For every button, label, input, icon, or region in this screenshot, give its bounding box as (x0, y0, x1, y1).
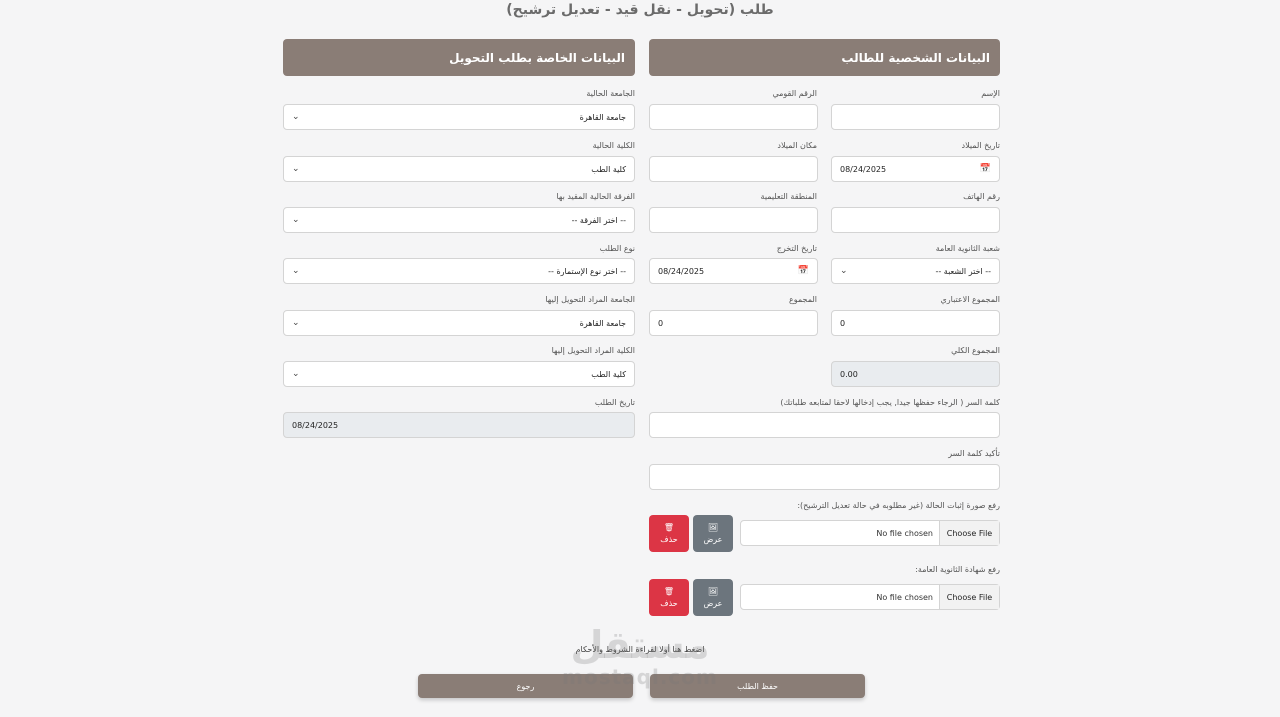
secondary-file-input[interactable]: Choose File No file chosen (740, 584, 1000, 610)
current-year-label: الفرقة الحالية المقيد بها (556, 192, 635, 201)
chevron-down-icon: ⌄ (292, 369, 300, 379)
confirm-password-input[interactable] (649, 464, 1000, 490)
phone-input[interactable] (831, 207, 1000, 233)
image-icon: 🖼 (707, 587, 719, 596)
birth-place-input[interactable] (649, 156, 818, 182)
total-input[interactable]: 0 (649, 310, 818, 336)
grad-date-label: تاريخ التخرج (776, 244, 817, 253)
delete-label: حذف (660, 599, 678, 608)
chevron-down-icon: ⌄ (292, 215, 300, 225)
target-university-label: الجامعة المراد التحويل إليها (545, 295, 635, 304)
terms-link[interactable]: اضغط هنا أولا لقراءة الشروط والأحكام (0, 645, 1280, 654)
virtual-total-label: المجموع الاعتباري (940, 295, 1000, 304)
trash-icon: 🗑 (663, 523, 675, 532)
birth-date-input[interactable]: 08/24/2025 📅 (831, 156, 1000, 182)
current-year-select[interactable]: -- اختر الفرقة -- ⌄ (283, 207, 635, 233)
request-type-label: نوع الطلب (599, 244, 635, 253)
page-title: طلب (تحويل - نقل قيد - تعديل ترشيح) (506, 2, 774, 18)
chevron-down-icon: ⌄ (292, 112, 300, 122)
status-file-input[interactable]: Choose File No file chosen (740, 520, 1000, 546)
secondary-branch-value: -- اختر الشعبة -- (935, 266, 991, 276)
national-id-input[interactable] (649, 104, 818, 130)
target-university-select[interactable]: جامعة القاهرة ⌄ (283, 310, 635, 336)
secondary-branch-select[interactable]: -- اختر الشعبة -- ⌄ (831, 258, 1000, 284)
birth-place-label: مكان الميلاد (777, 141, 817, 150)
current-faculty-value: كلية الطب (591, 164, 626, 174)
current-university-select[interactable]: جامعة القاهرة ⌄ (283, 104, 635, 130)
calendar-icon[interactable]: 📅 (798, 266, 809, 276)
chevron-down-icon: ⌄ (292, 318, 300, 328)
choose-file-button[interactable]: Choose File (939, 585, 999, 609)
upload-secondary-label: رفع شهادة الثانوية العامة: (915, 565, 1000, 574)
current-university-value: جامعة القاهرة (579, 112, 626, 122)
request-type-value: -- اختر نوع الإستمارة -- (548, 266, 626, 276)
view-secondary-button[interactable]: 🖼 عرض (693, 579, 733, 616)
delete-secondary-button[interactable]: 🗑 حذف (649, 579, 689, 616)
request-date-label: تاريخ الطلب (594, 398, 635, 407)
current-faculty-label: الكلية الحالية (592, 141, 635, 150)
grand-total-label: المجموع الكلي (951, 346, 1000, 355)
virtual-total-input[interactable]: 0 (831, 310, 1000, 336)
chevron-down-icon: ⌄ (292, 164, 300, 174)
secondary-branch-label: شعبة الثانوية العامة (935, 244, 1000, 253)
no-file-text: No file chosen (876, 592, 933, 602)
target-faculty-value: كلية الطب (591, 369, 626, 379)
request-date-input: 08/24/2025 (283, 412, 635, 438)
no-file-text: No file chosen (876, 528, 933, 538)
view-label: عرض (703, 535, 723, 544)
national-id-label: الرقم القومي (772, 89, 817, 98)
name-label: الإسم (981, 89, 1000, 98)
target-faculty-label: الكلية المراد التحويل إليها (551, 346, 635, 355)
chevron-down-icon: ⌄ (292, 266, 300, 276)
delete-label: حذف (660, 535, 678, 544)
calendar-icon[interactable]: 📅 (980, 164, 991, 174)
back-button[interactable]: رجوع (418, 674, 633, 698)
save-button[interactable]: حفظ الطلب (650, 674, 865, 698)
total-label: المجموع (789, 295, 817, 304)
target-faculty-select[interactable]: كلية الطب ⌄ (283, 361, 635, 387)
transfer-section-header: البيانات الخاصة بطلب التحويل (283, 39, 635, 76)
current-faculty-select[interactable]: كلية الطب ⌄ (283, 156, 635, 182)
confirm-password-label: تأكيد كلمة السر (948, 449, 1000, 458)
trash-icon: 🗑 (663, 587, 675, 596)
current-university-label: الجامعة الحالية (586, 89, 635, 98)
view-label: عرض (703, 599, 723, 608)
request-type-select[interactable]: -- اختر نوع الإستمارة -- ⌄ (283, 258, 635, 284)
password-label: كلمة السر ( الرجاء حفظها جيدا, يجب إدخال… (780, 398, 1000, 407)
target-university-value: جامعة القاهرة (579, 318, 626, 328)
personal-section-header: البيانات الشخصية للطالب (649, 39, 1000, 76)
birth-date-label: تاريخ الميلاد (961, 141, 1001, 150)
view-status-button[interactable]: 🖼 عرض (693, 515, 733, 552)
grand-total-input: 0.00 (831, 361, 1000, 387)
password-input[interactable] (649, 412, 1000, 438)
current-year-value: -- اختر الفرقة -- (571, 215, 626, 225)
upload-status-label: رفع صورة إثبات الحالة (غير مطلوبه في حال… (797, 501, 1000, 510)
phone-label: رقم الهاتف (963, 192, 1000, 201)
image-icon: 🖼 (707, 523, 719, 532)
edu-zone-input[interactable] (649, 207, 818, 233)
birth-date-value: 08/24/2025 (840, 164, 887, 174)
delete-status-button[interactable]: 🗑 حذف (649, 515, 689, 552)
choose-file-button[interactable]: Choose File (939, 521, 999, 545)
name-input[interactable] (831, 104, 1000, 130)
grad-date-value: 08/24/2025 (658, 266, 705, 276)
grad-date-input[interactable]: 08/24/2025 📅 (649, 258, 818, 284)
edu-zone-label: المنطقة التعليمية (760, 192, 817, 201)
chevron-down-icon: ⌄ (840, 266, 848, 276)
